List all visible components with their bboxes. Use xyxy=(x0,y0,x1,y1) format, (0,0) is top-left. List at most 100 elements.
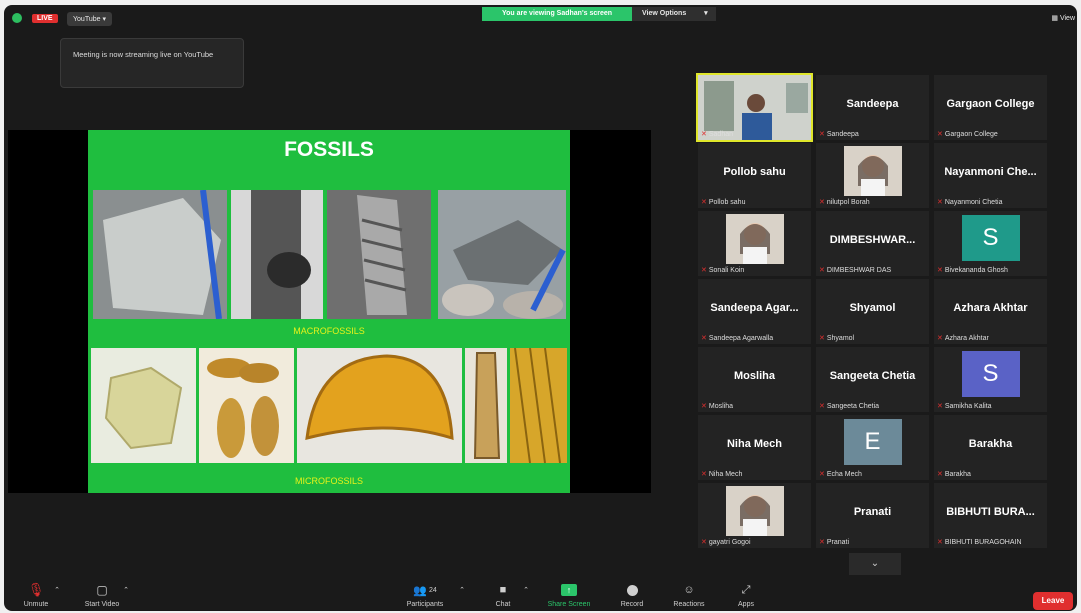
participant-name-text: DIMBESHWAR DAS xyxy=(826,267,892,274)
view-button-label: View xyxy=(1059,15,1075,22)
participant-tile[interactable]: Pranati ✕ Pranati xyxy=(816,483,929,548)
video-off-icon: ▢ xyxy=(96,583,108,597)
participants-label: Participants xyxy=(406,601,444,608)
participant-name-label: ✕ Echa Mech xyxy=(819,470,862,478)
participants-options-caret[interactable]: ⌃ xyxy=(458,582,466,598)
video-options-caret[interactable]: ⌃ xyxy=(122,582,130,598)
chevron-up-icon: ⌃ xyxy=(123,587,129,594)
microfossils-label: MICROFOSSILS xyxy=(294,476,363,486)
participant-name-label: ✕ Shyamol xyxy=(819,334,854,342)
reactions-button[interactable]: ☺ Reactions xyxy=(667,582,711,608)
participants-button[interactable]: 👥 24 Participants xyxy=(400,582,450,609)
participant-tile[interactable]: Niha Mech ✕ Niha Mech xyxy=(698,415,811,480)
participant-name-text: Barakha xyxy=(944,471,971,478)
microfossil-photo-4 xyxy=(465,348,507,463)
participant-name-text: Niha Mech xyxy=(708,471,743,478)
participant-name-label: ✕ Gargaon College xyxy=(937,130,998,138)
participant-tile[interactable]: Sandeepa Agar... ✕ Sandeepa Agarwalla xyxy=(698,279,811,344)
participant-tile[interactable]: Barakha ✕ Barakha xyxy=(934,415,1047,480)
participants-icon: 👥 xyxy=(413,584,427,597)
streaming-notification: Meeting is now streaming live on YouTube xyxy=(60,38,244,88)
live-badge[interactable]: LIVE xyxy=(32,14,58,23)
muted-microphone-icon: ✕ xyxy=(819,471,825,478)
muted-microphone-icon: ✕ xyxy=(701,403,707,410)
view-options-button[interactable]: View Options ▾ xyxy=(632,7,716,21)
security-shield-icon[interactable] xyxy=(12,13,22,23)
slide-title: FOSSILS xyxy=(284,138,374,161)
presentation-slide: FOSSILS MACROFOSSILS MICROFOSSILS xyxy=(88,130,570,493)
participant-tile[interactable]: ✕ Sadhan xyxy=(696,73,813,142)
start-video-label: Start Video xyxy=(84,601,120,608)
start-video-button[interactable]: ▢ Start Video xyxy=(78,582,126,608)
participant-name-label: ✕ Samikha Kalita xyxy=(937,402,992,410)
participant-name-label: ✕ gayatri Gogoi xyxy=(701,538,751,546)
view-options-label: View Options xyxy=(642,10,687,17)
muted-microphone-icon: ✕ xyxy=(819,335,825,342)
participant-tile[interactable]: BIBHUTI BURA... ✕ BIBHUTI BURAGOHAIN xyxy=(934,483,1047,548)
unmute-button[interactable]: 🎙 Unmute xyxy=(16,582,56,608)
participant-tile[interactable]: ✕ Sonali Koin xyxy=(698,211,811,276)
microfossil-photo-5 xyxy=(510,348,567,463)
muted-microphone-icon: ✕ xyxy=(701,267,707,274)
muted-microphone-icon: ✕ xyxy=(701,335,707,342)
unmute-label: Unmute xyxy=(23,601,49,608)
participant-name-text: Gargaon College xyxy=(944,131,998,138)
muted-microphone-icon: ✕ xyxy=(937,403,943,410)
participant-name-label: ✕ Barakha xyxy=(937,470,971,478)
muted-microphone-icon: ✕ xyxy=(701,471,707,478)
chevron-down-icon: ⌄ xyxy=(870,558,880,569)
participant-name-text: Pranati xyxy=(826,539,850,546)
stream-destination-button[interactable]: YouTube ▾ xyxy=(67,12,112,26)
chat-button[interactable]: ■ Chat xyxy=(491,582,515,608)
chevron-up-icon: ⌃ xyxy=(54,587,60,594)
meeting-toolbar: 🎙 Unmute ⌃ ▢ Start Video ⌃ 👥 24 Particip… xyxy=(4,582,1077,611)
stream-destination-label: YouTube xyxy=(73,16,101,23)
participant-tile[interactable]: Gargaon College ✕ Gargaon College xyxy=(934,75,1047,140)
participant-tile[interactable]: S ✕ Samikha Kalita xyxy=(934,347,1047,412)
view-button[interactable]: ▦ View xyxy=(1051,14,1075,22)
viewing-screen-banner: You are viewing Sadhan's screen xyxy=(482,7,632,21)
record-label: Record xyxy=(620,601,644,608)
macrofossil-photo-2 xyxy=(231,190,323,319)
gallery-scroll-down-button[interactable]: ⌄ xyxy=(849,553,901,575)
macrofossil-photo-1 xyxy=(93,190,227,319)
participant-name-text: Sandeepa Agarwalla xyxy=(708,335,774,342)
participant-tile[interactable]: E ✕ Echa Mech xyxy=(816,415,929,480)
apps-button[interactable]: ⤢ Apps xyxy=(732,582,760,609)
participant-tile[interactable]: DIMBESHWAR... ✕ DIMBESHWAR DAS xyxy=(816,211,929,276)
participant-tile[interactable]: Azhara Akhtar ✕ Azhara Akhtar xyxy=(934,279,1047,344)
participant-photo xyxy=(725,486,784,536)
participant-tile[interactable]: Sandeepa ✕ Sandeepa xyxy=(816,75,929,140)
reactions-label: Reactions xyxy=(673,601,705,608)
shared-screen: FOSSILS MACROFOSSILS MICROFOSSILS xyxy=(8,130,651,493)
participant-name-label: ✕ Niha Mech xyxy=(701,470,742,478)
participant-tile[interactable]: ✕ gayatri Gogoi xyxy=(698,483,811,548)
reactions-icon: ☺ xyxy=(683,584,695,596)
chevron-down-icon: ▾ xyxy=(704,10,708,17)
participant-tile[interactable]: Nayanmoni Che... ✕ Nayanmoni Chetia xyxy=(934,143,1047,208)
macrofossil-photo-4 xyxy=(438,190,566,319)
share-screen-button[interactable]: ↑ Share Screen xyxy=(542,582,596,608)
participant-name-label: ✕ DIMBESHWAR DAS xyxy=(819,266,891,274)
muted-microphone-icon: ✕ xyxy=(701,199,707,206)
participant-tile[interactable]: Shyamol ✕ Shyamol xyxy=(816,279,929,344)
macrofossils-label: MACROFOSSILS xyxy=(293,326,365,336)
muted-microphone-icon: ✕ xyxy=(819,403,825,410)
participant-name-text: Bivekananda Ghosh xyxy=(944,267,1008,274)
participant-name-label: ✕ Pollob sahu xyxy=(701,198,745,206)
participant-name-text: Echa Mech xyxy=(826,471,862,478)
muted-microphone-icon: ✕ xyxy=(937,267,943,274)
participant-tile[interactable]: S ✕ Bivekananda Ghosh xyxy=(934,211,1047,276)
record-button[interactable]: Record xyxy=(614,582,650,608)
chat-options-caret[interactable]: ⌃ xyxy=(522,582,530,598)
participant-name-label: ✕ Nayanmoni Chetia xyxy=(937,198,1002,206)
leave-button[interactable]: Leave xyxy=(1033,592,1073,610)
participant-tile[interactable]: Sangeeta Chetia ✕ Sangeeta Chetia xyxy=(816,347,929,412)
participant-tile[interactable]: Pollob sahu ✕ Pollob sahu xyxy=(698,143,811,208)
participant-tile[interactable]: Mosliha ✕ Mosliha xyxy=(698,347,811,412)
participant-name-label: ✕ Sonali Koin xyxy=(701,266,744,274)
microfossil-photo-2 xyxy=(199,348,294,463)
unmute-options-caret[interactable]: ⌃ xyxy=(53,582,61,598)
participant-tile[interactable]: ✕ nilutpol Borah xyxy=(816,143,929,208)
record-icon xyxy=(626,584,638,596)
